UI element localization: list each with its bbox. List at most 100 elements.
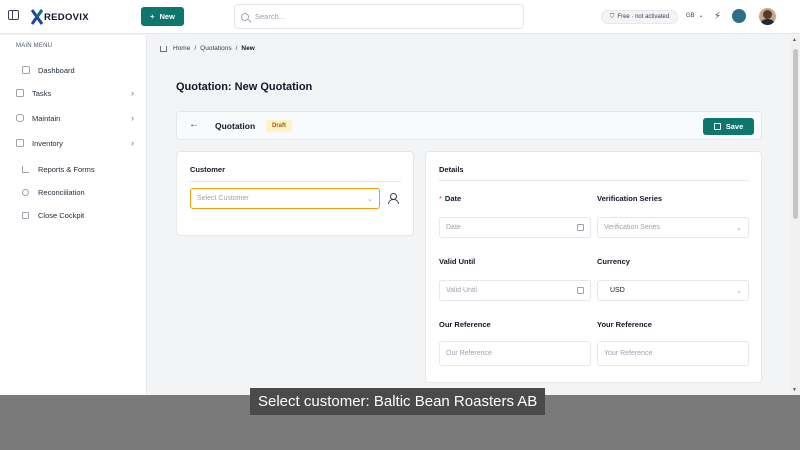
our-reference-input[interactable]: Our Reference	[439, 341, 591, 366]
breadcrumb-current: New	[241, 45, 255, 52]
sidebar-item-label: Reports & Forms	[38, 164, 95, 174]
sidebar-item-label: Reconciliation	[38, 187, 85, 197]
currency-label: Currency	[597, 257, 630, 266]
sidebar-item-inventory[interactable]: Inventory ›	[16, 135, 134, 151]
your-reference-placeholder: Your Reference	[604, 350, 653, 357]
customer-select[interactable]: Select Customer ⌄	[190, 188, 380, 209]
clipboard-icon	[22, 211, 29, 219]
plus-icon: +	[150, 12, 155, 21]
logo-mark-icon	[31, 9, 43, 25]
chevron-right-icon: ›	[131, 138, 134, 148]
details-card: Details * Date Date Verification Series V…	[425, 151, 762, 383]
valid-until-placeholder: Valid Until	[446, 287, 477, 294]
date-placeholder: Date	[446, 224, 461, 231]
new-button-label: New	[159, 12, 175, 21]
search-placeholder: Search...	[255, 12, 286, 21]
our-reference-placeholder: Our Reference	[446, 350, 492, 357]
currency-select[interactable]: USD ⌄	[597, 280, 749, 301]
top-bar: REDOVIX + New Search... ⛉ Free · not act…	[0, 0, 800, 34]
divider	[439, 180, 749, 181]
sidebar: MAIN MENU Dashboard Tasks › Maintain › I…	[0, 35, 147, 450]
chevron-down-icon: ⌄	[367, 195, 373, 203]
date-label-text: Date	[444, 194, 462, 203]
breadcrumb-separator: /	[235, 45, 238, 52]
scroll-down-icon[interactable]: ▼	[792, 387, 797, 393]
status-badge: Draft	[266, 120, 293, 132]
customer-card: Customer Select Customer ⌄	[176, 151, 414, 236]
your-reference-input[interactable]: Your Reference	[597, 341, 749, 366]
valid-until-label: Valid Until	[439, 257, 476, 266]
sidebar-item-maintain[interactable]: Maintain ›	[16, 110, 134, 126]
breadcrumb: Home / Quotations / New	[160, 45, 255, 52]
checklist-icon	[16, 89, 24, 97]
breadcrumb-home[interactable]: Home	[173, 45, 190, 52]
scrollbar[interactable]: ▲ ▼	[791, 35, 800, 395]
sidebar-item-tasks[interactable]: Tasks ›	[16, 85, 134, 101]
required-marker: *	[439, 194, 442, 203]
breadcrumb-quotations[interactable]: Quotations	[200, 45, 231, 52]
home-icon	[160, 45, 167, 52]
database-icon	[16, 114, 24, 122]
caption-text: Select customer: Baltic Bean Roasters AB	[250, 388, 546, 415]
divider	[190, 181, 401, 182]
home-icon	[22, 66, 30, 74]
date-label: * Date	[439, 194, 461, 203]
date-input[interactable]: Date	[439, 217, 591, 238]
search-icon	[241, 12, 249, 21]
sidebar-item-reconciliation[interactable]: Reconciliation	[22, 184, 85, 200]
plan-badge[interactable]: ⛉ Free · not activated	[601, 10, 678, 24]
breadcrumb-separator: /	[194, 45, 197, 52]
brand-name: REDOVIX	[44, 11, 89, 23]
sidebar-item-label: Inventory	[32, 138, 63, 148]
scroll-up-icon[interactable]: ▲	[792, 37, 797, 43]
save-button-label: Save	[725, 122, 744, 131]
save-icon	[713, 123, 721, 130]
verification-series-select[interactable]: Verification Series ⌄	[597, 217, 749, 238]
search-input[interactable]: Search...	[234, 4, 524, 29]
plan-badge-label: Free · not activated	[617, 14, 670, 20]
box-icon	[16, 139, 24, 147]
chevron-down-icon: ⌄	[736, 287, 742, 295]
verification-series-label: Verification Series	[597, 194, 663, 203]
language-selector[interactable]: GB ⌄	[686, 12, 704, 20]
verification-series-placeholder: Verification Series	[604, 224, 661, 231]
valid-until-input[interactable]: Valid Until	[439, 280, 591, 301]
sidebar-item-label: Dashboard	[38, 65, 75, 75]
chevron-right-icon: ›	[131, 113, 134, 123]
bolt-icon[interactable]: ⚡︎	[714, 11, 721, 22]
customer-card-title: Customer	[190, 165, 226, 174]
chevron-down-icon: ⌄	[736, 224, 742, 232]
logo[interactable]: REDOVIX	[31, 9, 89, 25]
chevron-right-icon: ›	[131, 88, 134, 98]
back-arrow-icon[interactable]: ←	[189, 119, 199, 130]
sidebar-toggle-icon[interactable]	[8, 10, 19, 20]
user-icon[interactable]	[387, 192, 399, 204]
quotation-label: Quotation	[215, 121, 256, 131]
details-card-title: Details	[439, 165, 464, 174]
app-switcher-icon[interactable]	[732, 9, 746, 23]
sidebar-item-label: Tasks	[32, 88, 52, 98]
page-title: Quotation: New Quotation	[176, 81, 313, 93]
avatar[interactable]	[759, 8, 776, 25]
customer-select-placeholder: Select Customer	[197, 195, 249, 202]
sidebar-item-label: Maintain	[32, 113, 61, 123]
sidebar-item-close-cockpit[interactable]: Close Cockpit	[22, 207, 84, 223]
chevron-down-icon: ⌄	[698, 13, 704, 19]
language-label: GB	[686, 12, 695, 19]
menu-heading: MAIN MENU	[16, 43, 53, 49]
scroll-thumb[interactable]	[793, 49, 798, 219]
your-reference-label: Your Reference	[597, 320, 652, 329]
sidebar-item-label: Close Cockpit	[38, 210, 85, 220]
calendar-icon[interactable]	[577, 224, 584, 231]
chart-icon	[22, 165, 29, 173]
sidebar-item-reports-forms[interactable]: Reports & Forms	[22, 161, 95, 177]
currency-value: USD	[610, 287, 625, 294]
check-circle-icon	[22, 188, 29, 196]
our-reference-label: Our Reference	[439, 320, 491, 329]
save-button[interactable]: Save	[703, 118, 754, 135]
calendar-icon[interactable]	[577, 287, 584, 294]
shield-icon: ⛉	[609, 13, 615, 20]
sidebar-item-dashboard[interactable]: Dashboard	[22, 62, 140, 78]
quotation-header: ← Quotation Draft Save	[176, 111, 762, 140]
new-button[interactable]: + New	[141, 7, 184, 26]
